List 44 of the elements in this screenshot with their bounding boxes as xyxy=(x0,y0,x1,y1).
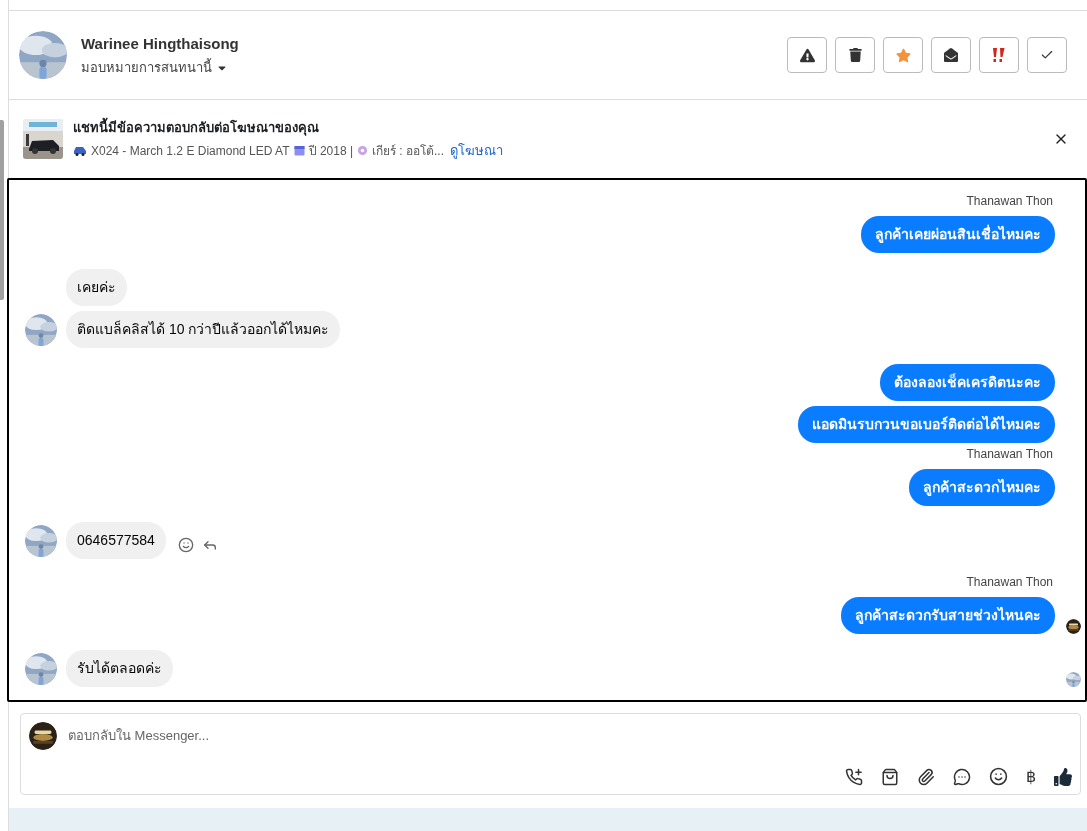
star-icon xyxy=(895,47,911,63)
toolbar-button[interactable] xyxy=(787,37,827,73)
incoming-message: ติดแบล็คลิสได้ 10 กว่าปีแล้วออกได้ไหมคะ xyxy=(66,311,341,348)
contact-name: Warinee Hingthaisong xyxy=(81,33,239,54)
ad-year: ปี 2018 | xyxy=(308,142,354,160)
check-icon xyxy=(1040,48,1054,62)
trash-icon xyxy=(848,48,862,62)
outgoing-message: ลูกค้าสะดวกไหมคะ xyxy=(909,469,1055,506)
shopping-bag-icon[interactable] xyxy=(881,767,899,786)
incoming-message: 0646577584 xyxy=(66,522,166,559)
outgoing-message: ลูกค้าสะดวกรับสายช่วงไหนคะ xyxy=(841,597,1055,634)
outgoing-message: แอดมินรบกวนขอเบอร์ติดต่อได้ไหมคะ xyxy=(798,406,1055,443)
car-icon xyxy=(73,145,87,156)
envelope-icon xyxy=(944,48,958,62)
sender-name: Thanawan Thon xyxy=(966,574,1053,591)
toolbar-button[interactable] xyxy=(979,37,1019,73)
incoming-message: เคยค่ะ xyxy=(66,269,127,306)
exclamation-icon xyxy=(992,47,1006,63)
thumbs-up-icon[interactable] xyxy=(1054,767,1072,786)
phone-plus-icon[interactable] xyxy=(845,767,863,786)
react-icon[interactable] xyxy=(177,536,194,553)
sender-name: Thanawan Thon xyxy=(966,193,1053,210)
toolbar-button[interactable] xyxy=(835,37,875,73)
calendar-icon xyxy=(293,145,305,157)
warning-icon xyxy=(799,47,815,63)
outgoing-message: ลูกค้าเคยผ่อนสินเชื่อไหมคะ xyxy=(861,216,1055,253)
chat-bubble-icon[interactable] xyxy=(953,767,971,786)
sender-name: Thanawan Thon xyxy=(966,446,1053,463)
paperclip-icon[interactable] xyxy=(917,767,935,786)
avatar xyxy=(29,722,57,750)
gear-icon xyxy=(357,145,369,157)
incoming-message: รับได้ตลอดค่ะ xyxy=(66,650,173,687)
ad-model: X024 - March 1.2 E Diamond LED AT xyxy=(91,142,290,160)
ad-reply-title: แชทนี้มีข้อความตอบกลับต่อโฆษณาของคุณ xyxy=(73,117,320,137)
ad-gear: เกียร์ : ออโต้... xyxy=(372,142,445,160)
outgoing-message: ต้องลองเช็คเครดิตนะคะ xyxy=(880,364,1055,401)
toolbar-button[interactable] xyxy=(931,37,971,73)
reply-field[interactable]: ตอบกลับใน Messenger... xyxy=(68,726,1072,746)
assign-dropdown[interactable]: มอบหมายการสนทนานี้ xyxy=(81,58,239,78)
avatar xyxy=(19,31,67,79)
scrollbar-thumb[interactable] xyxy=(0,120,4,300)
payment-button[interactable]: ฿ xyxy=(1026,768,1036,785)
view-ad-link[interactable]: ดูโฆษณา xyxy=(450,141,504,161)
emoji-icon[interactable] xyxy=(989,767,1008,786)
